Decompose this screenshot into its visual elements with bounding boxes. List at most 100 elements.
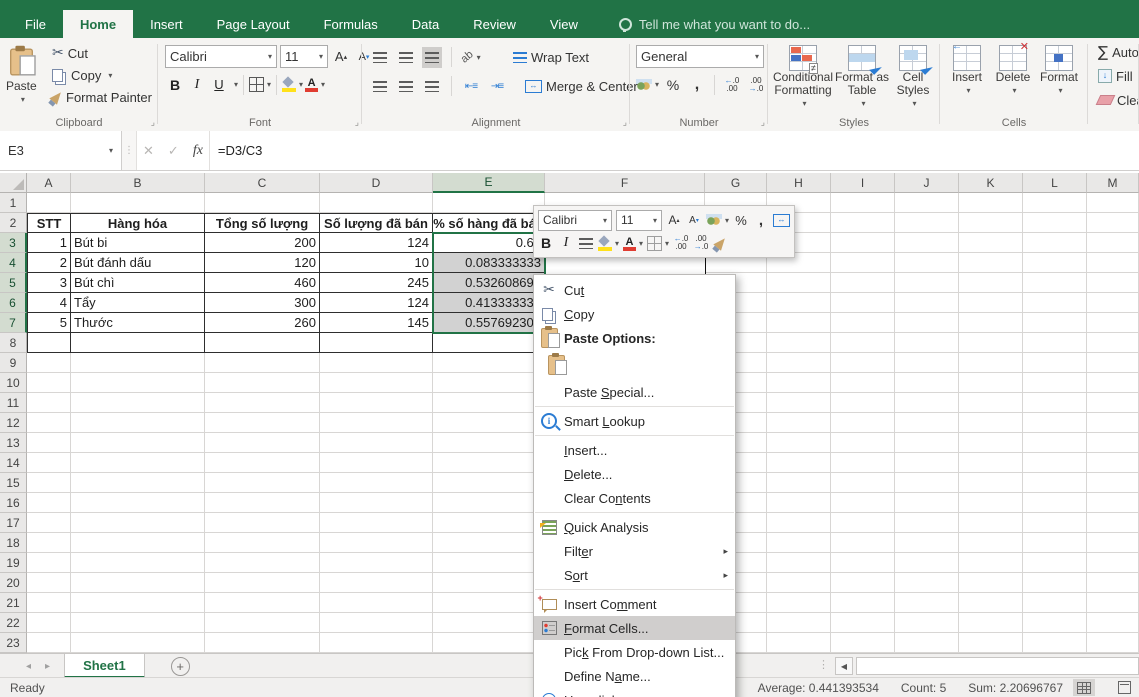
cell-A7[interactable]: 5 (27, 313, 71, 333)
cell-H22[interactable] (767, 613, 831, 633)
menu-item-define-name[interactable]: Define Name... (534, 664, 735, 688)
mini-comma-button[interactable]: , (753, 211, 769, 230)
column-header-M[interactable]: M (1087, 173, 1139, 193)
number-format-combo[interactable]: General▾ (636, 45, 764, 68)
cell-L7[interactable] (1023, 313, 1087, 333)
column-header-C[interactable]: C (205, 173, 320, 193)
cell-D1[interactable] (320, 193, 433, 213)
column-header-G[interactable]: G (705, 173, 767, 193)
cell-K5[interactable] (959, 273, 1023, 293)
row-header-23[interactable]: 23 (0, 633, 27, 653)
cell-A4[interactable]: 2 (27, 253, 71, 273)
menu-item-insert-comment[interactable]: Insert Comment (534, 592, 735, 616)
cell-K2[interactable] (959, 213, 1023, 233)
page-layout-view-button[interactable] (1113, 679, 1135, 696)
cell-M8[interactable] (1087, 333, 1139, 353)
cell-A5[interactable]: 3 (27, 273, 71, 293)
cell-H14[interactable] (767, 453, 831, 473)
cell-D8[interactable] (320, 333, 433, 353)
tab-insert[interactable]: Insert (133, 10, 200, 38)
accounting-format-button[interactable]: ▾ (636, 74, 659, 95)
cell-I15[interactable] (831, 473, 895, 493)
cell-E10[interactable] (433, 373, 545, 393)
cell-M15[interactable] (1087, 473, 1139, 493)
cell-C15[interactable] (205, 473, 320, 493)
cell-L23[interactable] (1023, 633, 1087, 653)
cell-A1[interactable] (27, 193, 71, 213)
cell-E3[interactable]: 0.62 (433, 233, 545, 253)
cell-M10[interactable] (1087, 373, 1139, 393)
font-name-combo[interactable]: Calibri▾ (165, 45, 277, 68)
cell-B17[interactable] (71, 513, 205, 533)
cell-I14[interactable] (831, 453, 895, 473)
cell-M6[interactable] (1087, 293, 1139, 313)
cell-I16[interactable] (831, 493, 895, 513)
cell-A6[interactable]: 4 (27, 293, 71, 313)
cell-C8[interactable] (205, 333, 320, 353)
row-header-3[interactable]: 3 (0, 233, 27, 253)
cell-C18[interactable] (205, 533, 320, 553)
cell-D23[interactable] (320, 633, 433, 653)
cell-E18[interactable] (433, 533, 545, 553)
cell-E7[interactable]: 0.557692308 (433, 313, 545, 333)
cell-J15[interactable] (895, 473, 959, 493)
cell-C13[interactable] (205, 433, 320, 453)
mini-grow-font-button[interactable]: A▴ (666, 211, 682, 230)
mini-bold-button[interactable]: B (538, 234, 554, 253)
cell-D7[interactable]: 145 (320, 313, 433, 333)
tab-file[interactable]: File (8, 10, 63, 38)
cell-H15[interactable] (767, 473, 831, 493)
cell-E11[interactable] (433, 393, 545, 413)
cell-K22[interactable] (959, 613, 1023, 633)
cell-I2[interactable] (831, 213, 895, 233)
cell-L22[interactable] (1023, 613, 1087, 633)
cell-J19[interactable] (895, 553, 959, 573)
cell-M12[interactable] (1087, 413, 1139, 433)
cell-I12[interactable] (831, 413, 895, 433)
mini-accounting-button[interactable]: ▾ (706, 211, 729, 230)
cell-L8[interactable] (1023, 333, 1087, 353)
cell-K20[interactable] (959, 573, 1023, 593)
name-box[interactable]: E3 ▾ (0, 131, 122, 170)
cell-C12[interactable] (205, 413, 320, 433)
cell-B21[interactable] (71, 593, 205, 613)
cell-L15[interactable] (1023, 473, 1087, 493)
cell-B5[interactable]: Bút chì (71, 273, 205, 293)
mini-fill-color-button[interactable]: ▾ (598, 234, 619, 253)
row-header-17[interactable]: 17 (0, 513, 27, 533)
cell-E13[interactable] (433, 433, 545, 453)
cell-B10[interactable] (71, 373, 205, 393)
cell-K8[interactable] (959, 333, 1023, 353)
menu-item-filter[interactable]: Filter▸ (534, 539, 735, 563)
bold-button[interactable]: B (165, 74, 185, 95)
cell-B13[interactable] (71, 433, 205, 453)
cell-M4[interactable] (1087, 253, 1139, 273)
cell-D21[interactable] (320, 593, 433, 613)
cell-M3[interactable] (1087, 233, 1139, 253)
cell-J20[interactable] (895, 573, 959, 593)
cell-K18[interactable] (959, 533, 1023, 553)
row-header-22[interactable]: 22 (0, 613, 27, 633)
row-header-15[interactable]: 15 (0, 473, 27, 493)
cell-B23[interactable] (71, 633, 205, 653)
cell-K19[interactable] (959, 553, 1023, 573)
cell-A23[interactable] (27, 633, 71, 653)
cell-H21[interactable] (767, 593, 831, 613)
menu-item-quick-analysis[interactable]: Quick Analysis (534, 515, 735, 539)
menu-item-insert[interactable]: Insert... (534, 438, 735, 462)
cell-D5[interactable]: 245 (320, 273, 433, 293)
cell-E20[interactable] (433, 573, 545, 593)
tab-scroll-splitter[interactable]: ⋮ (818, 658, 829, 671)
row-header-6[interactable]: 6 (0, 293, 27, 313)
cell-K7[interactable] (959, 313, 1023, 333)
mini-increase-decimal-button[interactable]: ←.0.00 (673, 234, 689, 253)
cell-D14[interactable] (320, 453, 433, 473)
cell-C5[interactable]: 460 (205, 273, 320, 293)
cell-L13[interactable] (1023, 433, 1087, 453)
cell-A16[interactable] (27, 493, 71, 513)
cell-M17[interactable] (1087, 513, 1139, 533)
row-header-5[interactable]: 5 (0, 273, 27, 293)
cell-I6[interactable] (831, 293, 895, 313)
tab-data[interactable]: Data (395, 10, 456, 38)
cell-D20[interactable] (320, 573, 433, 593)
